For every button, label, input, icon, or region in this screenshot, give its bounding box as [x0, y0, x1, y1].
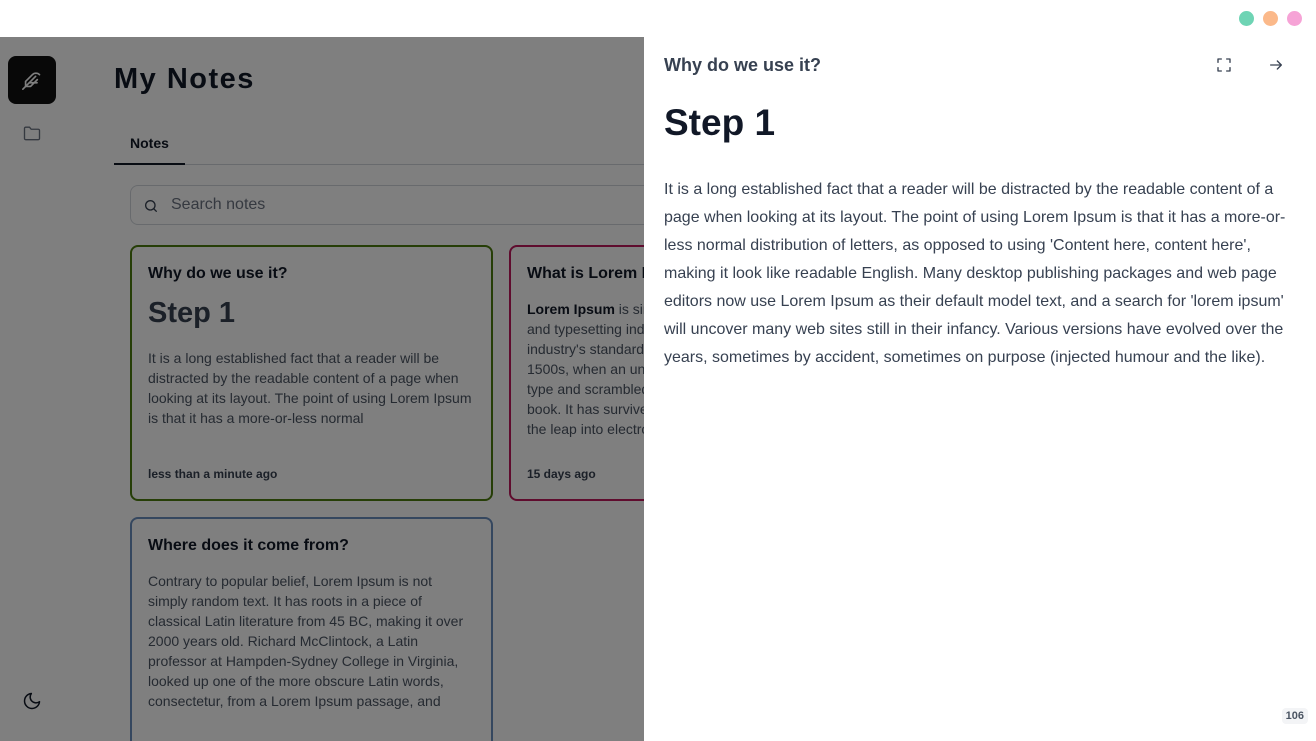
window-dot-pink[interactable] [1287, 11, 1302, 26]
window-dot-green[interactable] [1239, 11, 1254, 26]
note-detail-panel: Why do we use it? Step 1 It is a long es… [644, 37, 1316, 741]
window-titlebar [0, 0, 1316, 37]
window-controls [1239, 11, 1302, 26]
close-panel-button[interactable] [1266, 55, 1286, 75]
modal-backdrop[interactable] [0, 37, 644, 741]
window-dot-orange[interactable] [1263, 11, 1278, 26]
arrow-right-icon [1270, 60, 1282, 70]
character-count-badge: 106 [1281, 708, 1308, 724]
expand-button[interactable] [1214, 55, 1234, 75]
panel-title: Why do we use it? [664, 55, 822, 75]
note-body[interactable]: It is a long established fact that a rea… [664, 176, 1294, 372]
note-heading[interactable]: Step 1 [664, 102, 775, 144]
expand-icon [1217, 58, 1231, 72]
